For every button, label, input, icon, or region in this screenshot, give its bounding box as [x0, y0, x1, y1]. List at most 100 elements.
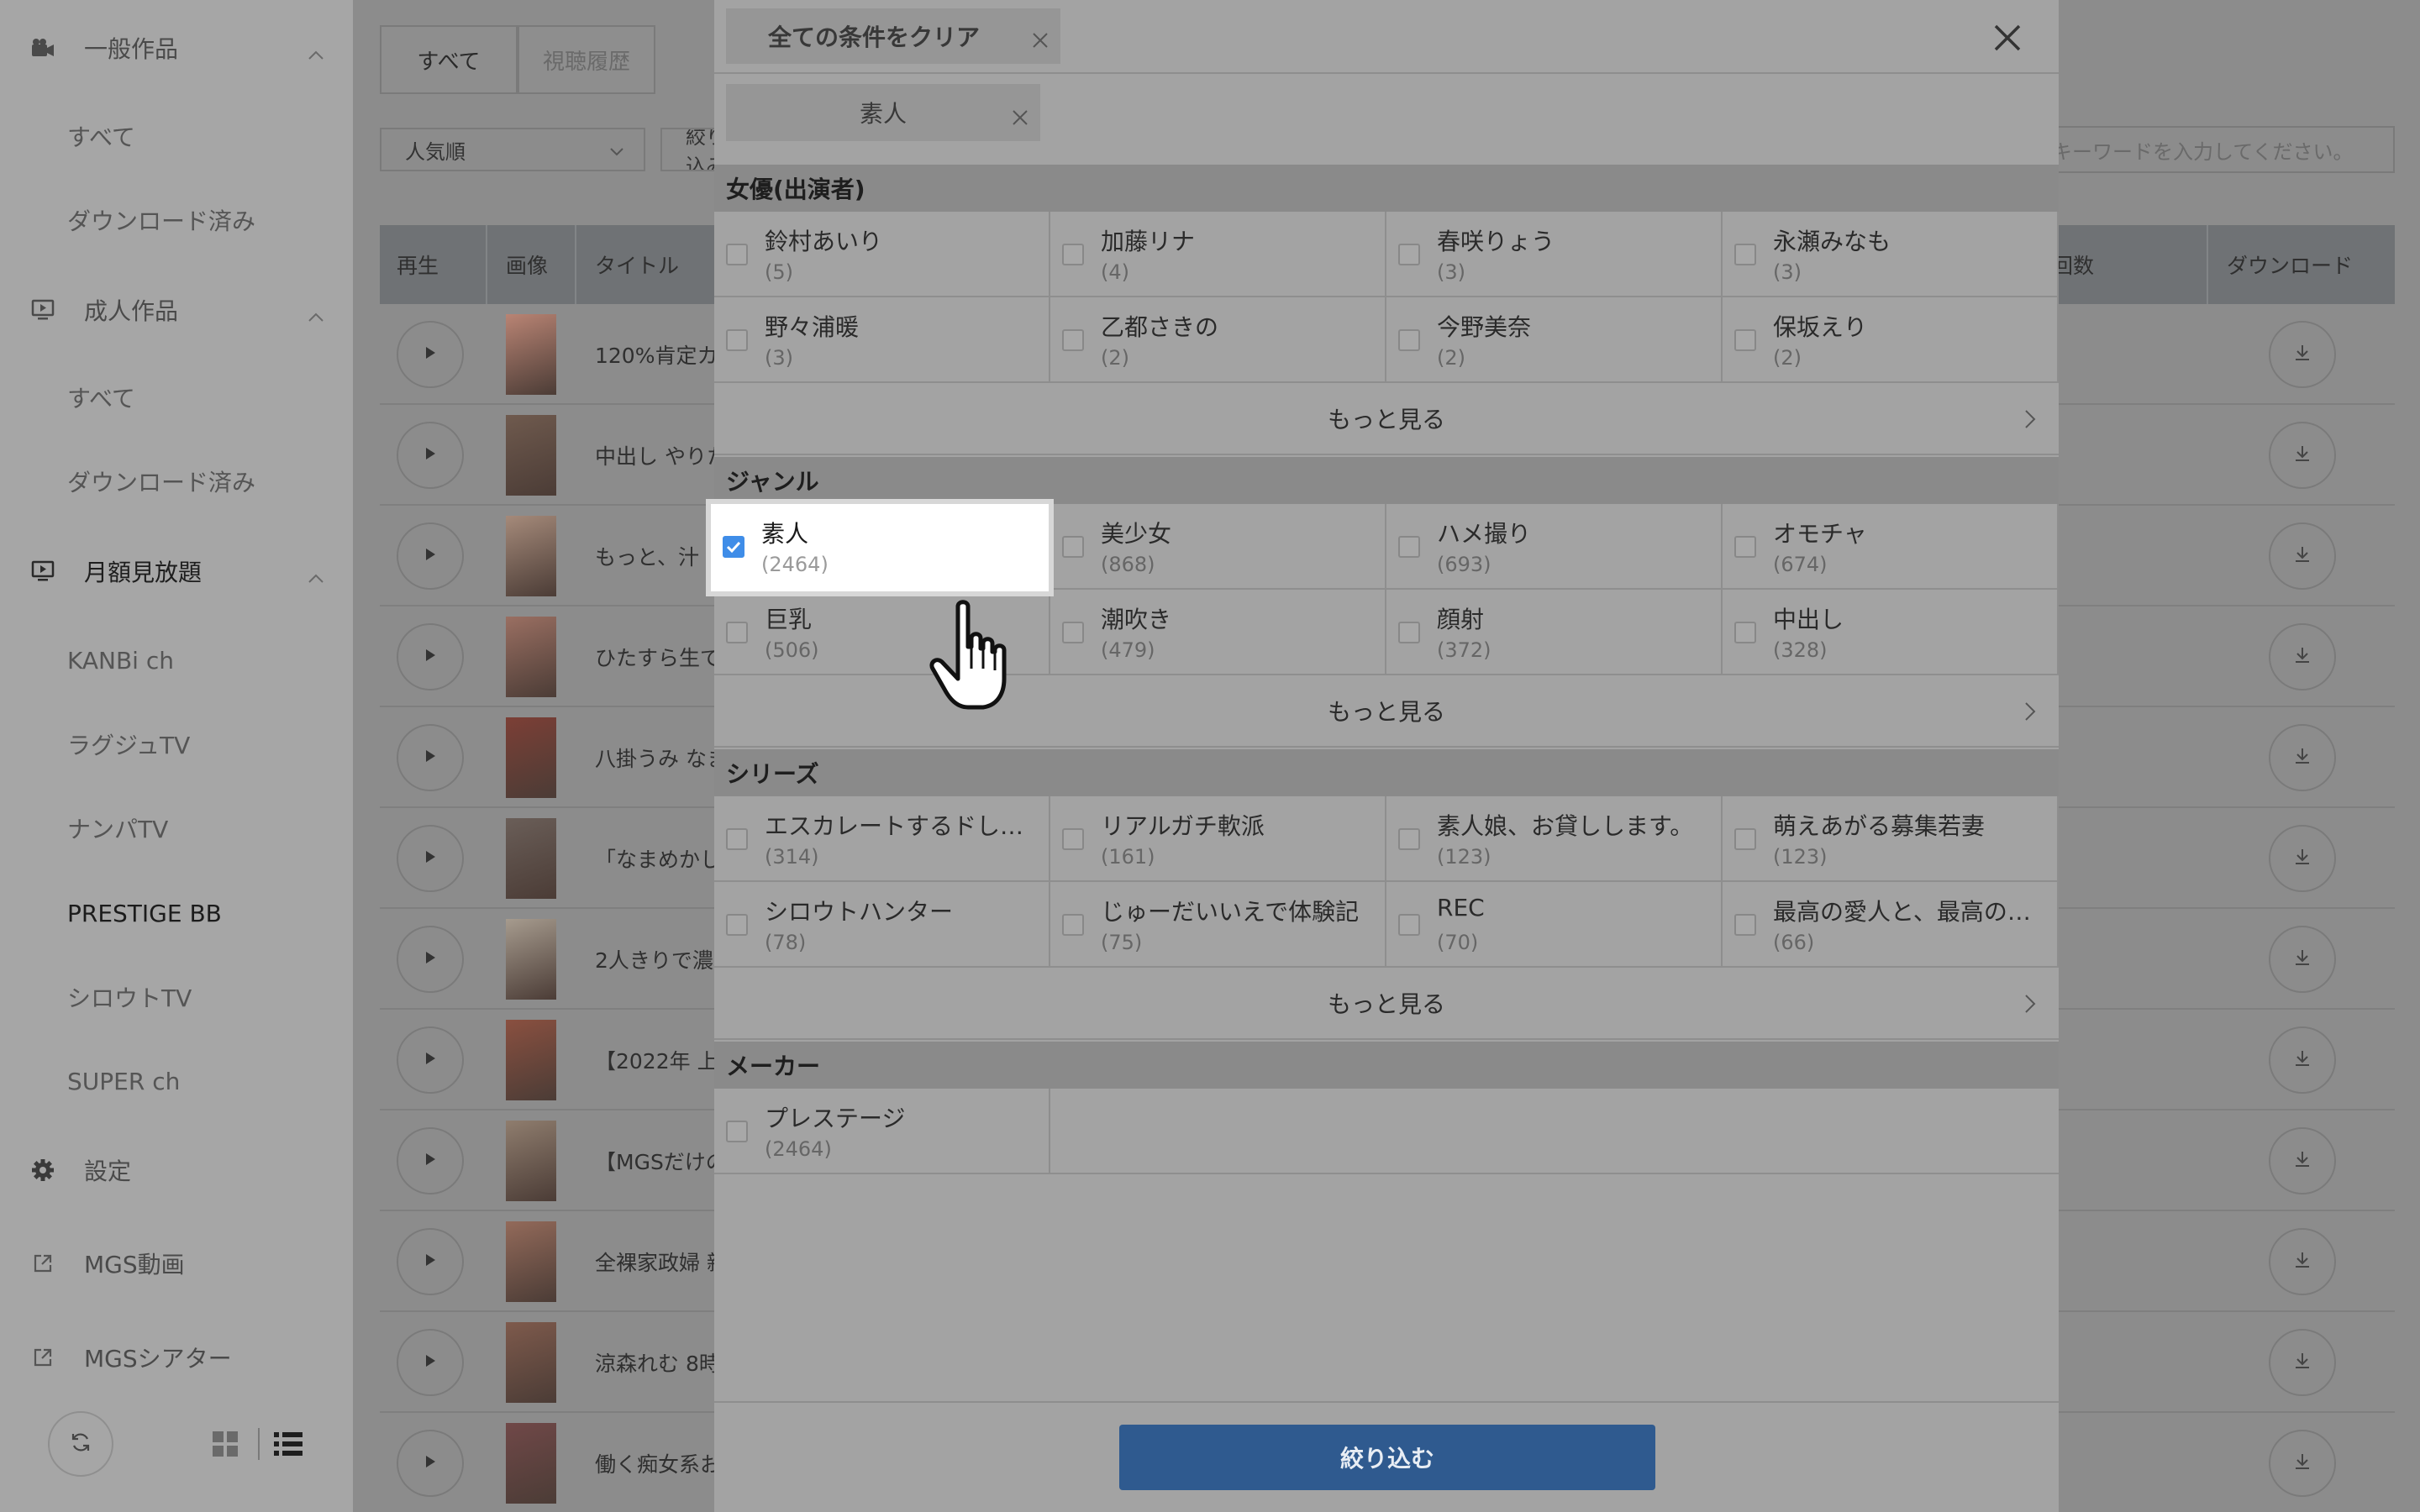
sidebar-item-luxu[interactable]: ラグジュTV: [67, 719, 190, 769]
play-button[interactable]: [397, 926, 464, 993]
filter-option[interactable]: 野々浦暖 (3): [714, 297, 1050, 383]
sidebar-item-general-downloaded[interactable]: ダウンロード済み: [67, 195, 255, 245]
more-genre-button[interactable]: もっと見る: [714, 675, 2059, 748]
video-title[interactable]: 【MGSだけの: [595, 1110, 721, 1211]
checkbox[interactable]: [1062, 914, 1084, 936]
download-button[interactable]: [2269, 623, 2336, 690]
sidebar-settings[interactable]: 設定: [30, 1145, 324, 1195]
checkbox[interactable]: [1398, 914, 1420, 936]
download-button[interactable]: [2269, 321, 2336, 388]
checkbox[interactable]: [1398, 244, 1420, 265]
sidebar-group-monthly[interactable]: 月額見放題: [30, 546, 324, 596]
checkbox[interactable]: [726, 1121, 748, 1142]
sidebar-item-adult-all[interactable]: すべて: [67, 372, 135, 423]
checkbox[interactable]: [1062, 244, 1084, 265]
filter-option[interactable]: 素人娘、お貸しします。 (123): [1386, 796, 1723, 882]
filter-option[interactable]: 素人 (2464): [711, 504, 1049, 591]
download-button[interactable]: [2269, 1228, 2336, 1295]
active-filter-chip[interactable]: 素人: [726, 84, 1040, 141]
filter-option[interactable]: 最高の愛人と、最高の… (66): [1723, 882, 2059, 968]
download-button[interactable]: [2269, 724, 2336, 791]
checkbox[interactable]: [1734, 329, 1756, 351]
filter-option[interactable]: 今野美奈 (2): [1386, 297, 1723, 383]
sort-select[interactable]: 人気順: [380, 128, 645, 171]
download-button[interactable]: [2269, 1026, 2336, 1094]
download-button[interactable]: [2269, 1127, 2336, 1194]
video-title[interactable]: ひたすら生で: [595, 606, 721, 707]
video-title[interactable]: 涼森れむ 8時: [595, 1312, 721, 1413]
video-title[interactable]: もっと、汁 1: [595, 506, 721, 606]
apply-filter-button[interactable]: 絞り込む: [1119, 1425, 1655, 1490]
play-button[interactable]: [397, 321, 464, 388]
play-button[interactable]: [397, 1430, 464, 1497]
download-button[interactable]: [2269, 825, 2336, 892]
download-button[interactable]: [2269, 522, 2336, 590]
sidebar-item-prestige[interactable]: PRESTIGE BB: [67, 888, 222, 938]
download-button[interactable]: [2269, 926, 2336, 993]
download-button[interactable]: [2269, 422, 2336, 489]
sidebar-item-shirouto[interactable]: シロウトTV: [67, 972, 192, 1022]
play-button[interactable]: [397, 522, 464, 590]
checkbox[interactable]: [1734, 536, 1756, 558]
more-series-button[interactable]: もっと見る: [714, 968, 2059, 1040]
checkbox[interactable]: [723, 536, 744, 558]
video-title[interactable]: 2人きりで濃: [595, 909, 721, 1010]
play-button[interactable]: [397, 422, 464, 489]
remove-chip-icon[interactable]: [1012, 104, 1028, 132]
download-button[interactable]: [2269, 1329, 2336, 1396]
play-button[interactable]: [397, 825, 464, 892]
download-button[interactable]: [2269, 1430, 2336, 1497]
play-button[interactable]: [397, 623, 464, 690]
checkbox[interactable]: [726, 329, 748, 351]
checkbox[interactable]: [1734, 914, 1756, 936]
checkbox[interactable]: [726, 244, 748, 265]
video-title[interactable]: 【2022年 上: [595, 1010, 721, 1110]
filter-option[interactable]: エスカレートするドし… (314): [714, 796, 1050, 882]
filter-option[interactable]: 潮吹き (479): [1050, 590, 1386, 675]
filter-option[interactable]: シロウトハンター (78): [714, 882, 1050, 968]
checkbox[interactable]: [1062, 622, 1084, 643]
sidebar-link-mgs-video[interactable]: MGS動画: [30, 1238, 324, 1289]
refresh-button[interactable]: [48, 1411, 113, 1477]
filter-option[interactable]: プレステージ (2464): [714, 1089, 1050, 1174]
sidebar-item-kanbi[interactable]: KANBi ch: [67, 635, 174, 685]
filter-option[interactable]: 美少女 (868): [1050, 504, 1386, 590]
filter-option[interactable]: 春咲りょう (3): [1386, 212, 1723, 297]
video-title[interactable]: 八掛うみ なま: [595, 707, 721, 808]
checkbox[interactable]: [726, 622, 748, 643]
checkbox[interactable]: [1734, 622, 1756, 643]
filter-option[interactable]: 乙都さきの (2): [1050, 297, 1386, 383]
sidebar-link-mgs-theater[interactable]: MGSシアター: [30, 1332, 324, 1383]
checkbox[interactable]: [1398, 828, 1420, 850]
filter-option[interactable]: リアルガチ軟派 (161): [1050, 796, 1386, 882]
modal-close-button[interactable]: [1991, 22, 2023, 54]
filter-option[interactable]: 萌えあがる募集若妻 (123): [1723, 796, 2059, 882]
tab-all[interactable]: すべて: [380, 25, 518, 94]
checkbox[interactable]: [1734, 828, 1756, 850]
checkbox[interactable]: [1062, 828, 1084, 850]
search-input[interactable]: キーワードを入力してください。: [2017, 126, 2395, 173]
checkbox[interactable]: [1062, 329, 1084, 351]
video-title[interactable]: 中出し やりた: [595, 405, 721, 506]
checkbox[interactable]: [726, 828, 748, 850]
checkbox[interactable]: [1398, 536, 1420, 558]
filter-option[interactable]: ハメ撮り (693): [1386, 504, 1723, 590]
play-button[interactable]: [397, 1329, 464, 1396]
filter-option[interactable]: 中出し (328): [1723, 590, 2059, 675]
checkbox[interactable]: [1062, 536, 1084, 558]
tab-history[interactable]: 視聴履歴: [518, 25, 655, 94]
grid-view-icon[interactable]: [212, 1431, 239, 1457]
checkbox[interactable]: [1398, 329, 1420, 351]
clear-all-conditions-button[interactable]: 全ての条件をクリア: [726, 8, 1060, 64]
play-button[interactable]: [397, 1127, 464, 1194]
filter-option[interactable]: 保坂えり (2): [1723, 297, 2059, 383]
filter-option[interactable]: オモチャ (674): [1723, 504, 2059, 590]
sidebar-group-general[interactable]: 一般作品: [30, 23, 324, 73]
video-title[interactable]: 全裸家政婦 新: [595, 1211, 721, 1312]
play-button[interactable]: [397, 1228, 464, 1295]
play-button[interactable]: [397, 1026, 464, 1094]
filter-option[interactable]: REC (70): [1386, 882, 1723, 968]
checkbox[interactable]: [1398, 622, 1420, 643]
play-button[interactable]: [397, 724, 464, 791]
video-title[interactable]: 「なまめかし: [595, 808, 721, 909]
